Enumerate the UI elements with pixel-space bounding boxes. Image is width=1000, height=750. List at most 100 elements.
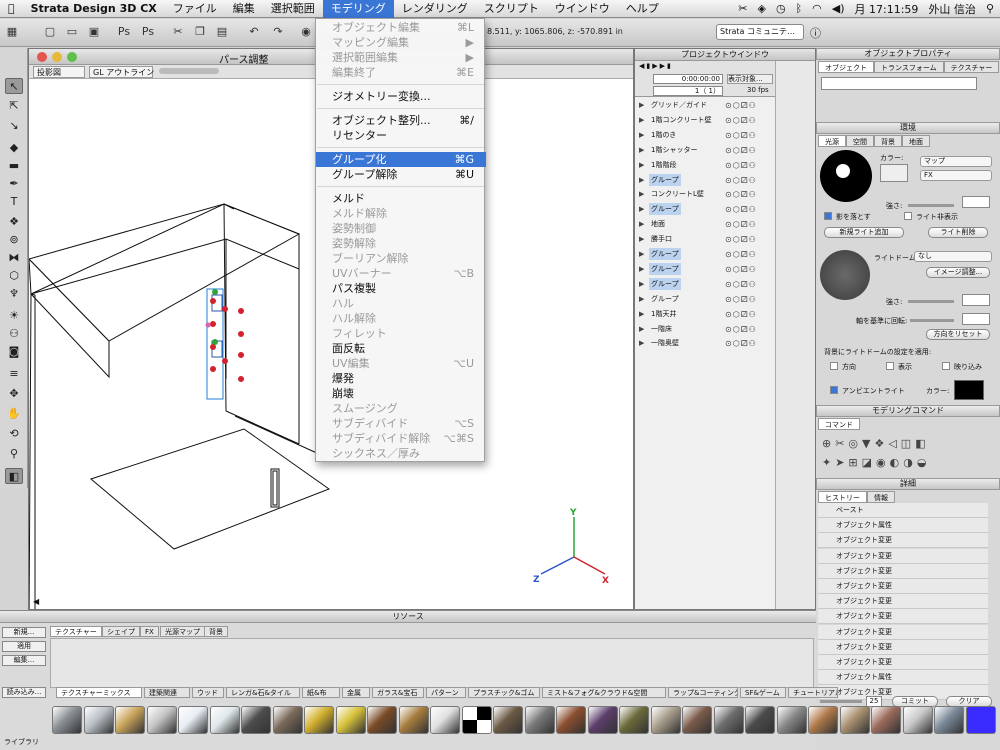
visibility-icons[interactable]: ⊙⬡⚂⚇ [725, 262, 757, 277]
menuitem-path-duplicate[interactable]: パス複製 [316, 281, 486, 296]
tab-transform[interactable]: トランスフォーム [874, 61, 944, 73]
texture-swatch[interactable] [871, 706, 901, 734]
history-item[interactable]: オブジェクト属性 [818, 670, 988, 686]
light-dome-select[interactable]: なし [914, 251, 992, 262]
move-tool-icon[interactable]: ✥ [5, 386, 23, 402]
texture-swatch[interactable] [272, 706, 303, 734]
history-item[interactable]: オブジェクト変更 [818, 609, 988, 625]
texture-category-tab[interactable]: 紙&布 [302, 687, 340, 698]
display-checkbox[interactable] [886, 362, 894, 370]
texture-swatch[interactable] [934, 706, 964, 734]
light-direction-ball[interactable] [820, 150, 872, 202]
tab-history[interactable]: ヒストリー [818, 491, 867, 503]
menu-window[interactable]: ウインドウ [547, 0, 618, 18]
menu-file[interactable]: ファイル [165, 0, 225, 18]
light-hidden-checkbox[interactable] [904, 212, 912, 220]
command-icon-grid[interactable]: ⊕✂◎▼❖◁◫◧ ✦➤⊞◪◉◐◑◒ [822, 434, 998, 474]
time-machine-icon[interactable]: ◷ [776, 2, 786, 15]
menuitem-align-objects[interactable]: オブジェクト整列... ⌘/ [316, 113, 486, 128]
frame-counter[interactable]: 1（ 1） [653, 86, 723, 96]
light-tool-icon[interactable]: ☀ [5, 308, 23, 324]
texture-category-tab[interactable]: プラスチック&ゴム [468, 687, 540, 698]
render-tool-icon[interactable]: ◧ [5, 468, 23, 484]
image-adjust-button[interactable]: イメージ調整... [926, 267, 990, 278]
render-icon[interactable]: ◉ [298, 24, 314, 40]
menuitem-explode[interactable]: 爆発 [316, 371, 486, 386]
visibility-icons[interactable]: ⊙⬡⚂⚇ [725, 277, 757, 292]
library-label[interactable]: ライブラリ [4, 737, 39, 747]
texture-swatch[interactable] [808, 706, 838, 734]
texture-swatch[interactable] [83, 706, 114, 734]
tab-shapes[interactable]: シェイプ [102, 626, 140, 637]
texture-swatch[interactable] [587, 706, 618, 734]
texture-swatch[interactable] [776, 706, 807, 734]
fx-select[interactable]: FX [920, 170, 992, 181]
render-mode-select[interactable]: GL アウトライン [89, 66, 154, 78]
reshape-tool-icon[interactable]: ⇱ [5, 98, 23, 114]
expand-triangle-icon[interactable]: ▶ [639, 173, 644, 188]
reflect-checkbox[interactable] [942, 362, 950, 370]
display-target-select[interactable]: 表示対象... [727, 74, 773, 84]
texture-swatch[interactable] [682, 706, 712, 734]
user-name[interactable]: 外山 信治 [928, 1, 976, 17]
light-dome-ball[interactable] [820, 250, 870, 300]
expand-triangle-icon[interactable]: ▶ [639, 322, 644, 337]
texture-swatch[interactable] [745, 706, 775, 734]
visibility-icons[interactable]: ⊙⬡⚂⚇ [725, 143, 757, 158]
visibility-icons[interactable]: ⊙⬡⚂⚇ [725, 307, 757, 322]
menuitem-unhull[interactable]: ハル解除 [316, 311, 486, 326]
tab-info[interactable]: 情報 [867, 491, 895, 503]
timecode[interactable]: 0:00:00:00 [653, 74, 723, 84]
visibility-icons[interactable]: ⊙⬡⚂⚇ [725, 217, 757, 232]
tab-textures[interactable]: テクスチャー [50, 626, 102, 637]
texture-swatch[interactable] [178, 706, 208, 734]
expand-triangle-icon[interactable]: ▶ [639, 143, 644, 158]
visibility-icons[interactable]: ⊙⬡⚂⚇ [725, 128, 757, 143]
playback-controls-icon[interactable]: ◀▮▶▶▮ [639, 62, 673, 70]
menuitem-recenter[interactable]: リセンター [316, 128, 486, 143]
visibility-icons[interactable]: ⊙⬡⚂⚇ [725, 336, 757, 351]
history-item[interactable]: オブジェクト変更 [818, 548, 988, 564]
texture-swatch[interactable] [619, 706, 649, 734]
menuitem-uv-burner[interactable]: UVバーナー ⌥B [316, 266, 486, 281]
menuitem-unmeld[interactable]: メルド解除 [316, 206, 486, 221]
select-tool-icon[interactable]: ↖ [5, 78, 23, 94]
menuitem-geometry-convert[interactable]: ジオメトリー変換... [316, 89, 486, 104]
visibility-icons[interactable]: ⊙⬡⚂⚇ [725, 98, 757, 113]
menu-help[interactable]: ヘルプ [618, 0, 667, 18]
point-tool-icon[interactable]: ↘ [5, 118, 23, 134]
tab-background[interactable]: 背景 [874, 135, 902, 147]
expand-triangle-icon[interactable]: ▶ [639, 98, 644, 113]
texture-swatch[interactable] [650, 706, 681, 734]
wifi-icon[interactable]: ◠ [812, 2, 822, 15]
paste-icon[interactable]: ▤ [214, 24, 230, 40]
menuitem-posture-release[interactable]: 姿勢解除 [316, 236, 486, 251]
view-mode-select[interactable]: 投影図 [33, 66, 85, 78]
texture-swatch[interactable] [52, 706, 82, 734]
text-tool-icon[interactable]: T [5, 194, 23, 210]
texture-category-tab[interactable]: チュートリアル [788, 687, 838, 698]
hand-tool-icon[interactable]: ✋ [5, 406, 23, 422]
fps-select[interactable]: 30 fps [747, 86, 769, 94]
strength-slider[interactable] [908, 204, 954, 207]
zoom-tool-icon[interactable]: ⚲ [5, 446, 23, 462]
new-doc-icon[interactable]: ▢ [42, 24, 58, 40]
map-select[interactable]: マップ [920, 156, 992, 167]
visibility-icons[interactable]: ⊙⬡⚂⚇ [725, 247, 757, 262]
expand-triangle-icon[interactable]: ▶ [639, 217, 644, 232]
texture-swatch[interactable] [493, 706, 523, 734]
tab-fx[interactable]: FX [140, 626, 159, 637]
menuitem-ungroup[interactable]: グループ解除 ⌘U [316, 167, 486, 182]
menuitem-group[interactable]: グループ化 ⌘G [316, 152, 486, 167]
cast-shadow-checkbox[interactable] [824, 212, 832, 220]
apple-icon[interactable]:  [0, 0, 23, 18]
tab-space[interactable]: 空間 [846, 135, 874, 147]
expand-triangle-icon[interactable]: ▶ [639, 247, 644, 262]
ps-icon[interactable]: Ps [116, 24, 132, 40]
rotate-view-icon[interactable]: ⟲ [5, 426, 23, 442]
texture-swatch[interactable] [398, 706, 429, 734]
expand-triangle-icon[interactable]: ▶ [639, 187, 644, 202]
grid-icon[interactable]: ▦ [4, 24, 20, 40]
menuitem-thickness[interactable]: シックネス／厚み [316, 446, 486, 461]
visibility-icons[interactable]: ⊙⬡⚂⚇ [725, 292, 757, 307]
